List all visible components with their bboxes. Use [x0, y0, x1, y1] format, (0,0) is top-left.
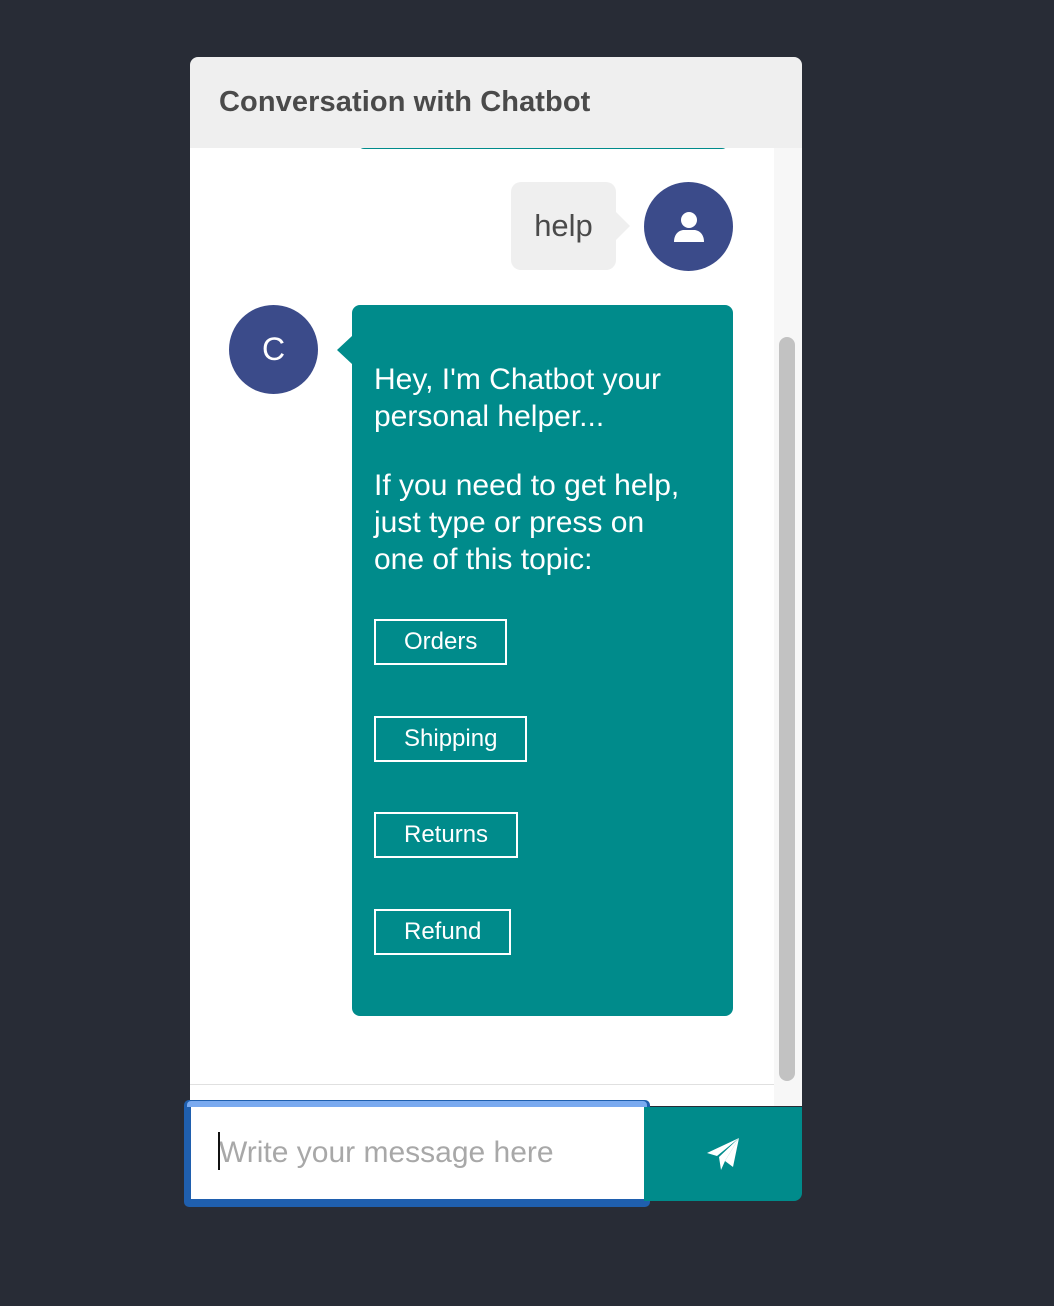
bot-message-line: one of this topic: [374, 543, 593, 576]
bot-message-bubble: Hey, I'm Chatbot your personal helper...… [337, 305, 733, 1016]
bot-avatar-letter: C [261, 331, 286, 367]
text-caret [218, 1132, 220, 1170]
bot-message-line: personal helper... [374, 400, 605, 433]
messages-list: help C Hey, I'm Chatbot your personal he… [190, 148, 775, 1085]
bot-message-line: If you need to get help, [374, 469, 680, 502]
bot-message-line: just type or press on [374, 506, 645, 539]
user-icon [673, 211, 704, 242]
chat-title: Conversation with Chatbot [219, 86, 591, 118]
chat-window: Conversation with Chatbot help C Hey, I'… [184, 57, 802, 1207]
bot-avatar: C [229, 305, 318, 394]
previous-bot-bubble-edge [358, 148, 728, 149]
topic-button-refund[interactable]: Refund [374, 909, 512, 955]
send-button[interactable] [644, 1107, 802, 1201]
scrollbar-thumb[interactable] [779, 337, 795, 1081]
messages-area[interactable]: help C Hey, I'm Chatbot your personal he… [190, 148, 802, 1106]
chat-header: Conversation with Chatbot [190, 57, 802, 148]
user-avatar [644, 182, 733, 271]
composer [184, 1100, 802, 1207]
user-message-bubble: help [511, 182, 630, 270]
topic-button-orders[interactable]: Orders [374, 619, 508, 665]
bot-message-line: Hey, I'm Chatbot your [374, 363, 661, 396]
topic-button-shipping[interactable]: Shipping [374, 716, 528, 762]
topic-button-returns[interactable]: Returns [374, 812, 519, 858]
message-input[interactable] [191, 1107, 644, 1199]
paper-plane-icon [707, 1138, 739, 1170]
user-message-text: help [534, 208, 593, 243]
